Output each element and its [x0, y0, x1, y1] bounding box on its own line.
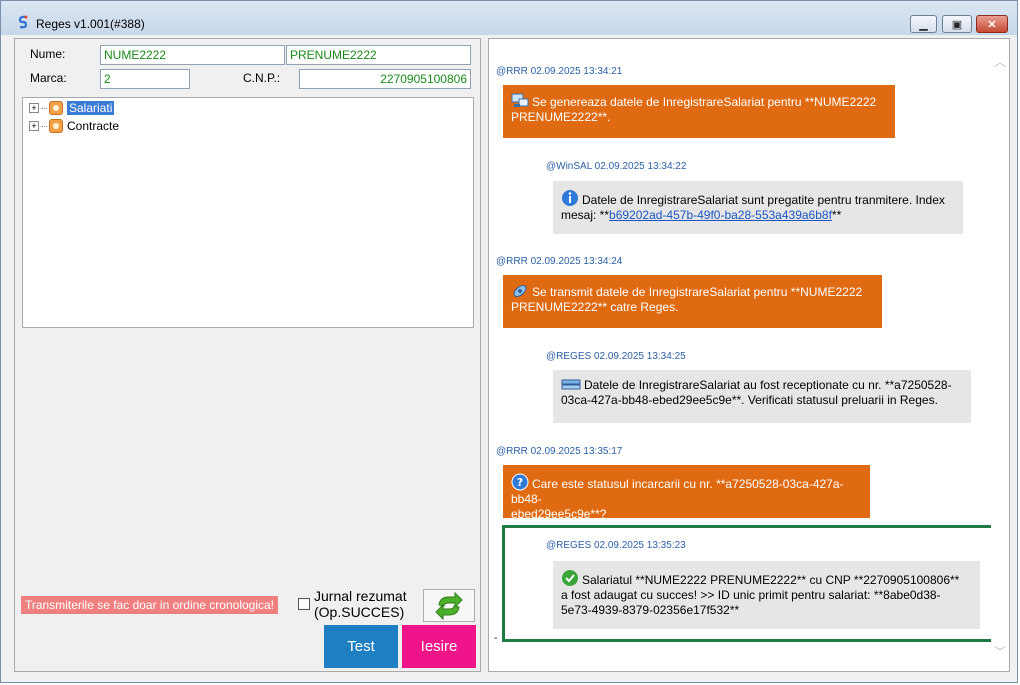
expand-icon[interactable]: + — [29, 103, 39, 113]
refresh-button[interactable] — [423, 589, 475, 622]
reges-app-icon — [18, 15, 28, 29]
message-text: PRENUME2222** catre Reges. — [511, 300, 679, 314]
message-header: @RRR 02.09.2025 13:34:21 — [496, 66, 623, 77]
message-text: PRENUME2222**. — [511, 110, 611, 124]
question-icon: ? — [511, 473, 529, 491]
marca-field[interactable]: 2 — [100, 69, 190, 89]
expand-icon[interactable]: + — [29, 121, 39, 131]
checkbox-label-line2: (Op.SUCCES) — [314, 604, 405, 620]
left-panel: Nume: NUME2222 PRENUME2222 Marca: 2 C.N.… — [14, 38, 481, 672]
jurnal-rezumat-checkbox[interactable] — [298, 598, 310, 610]
prenume-field[interactable]: PRENUME2222 — [286, 45, 471, 65]
maximize-button[interactable]: ▣ — [942, 15, 972, 33]
message-text: Care este statusul incarcarii cu nr. **a… — [511, 477, 844, 506]
tree-view[interactable]: + Salariati + Contracte — [22, 97, 474, 328]
chronology-warning: Transmiterile se fac doar in ordine cron… — [21, 596, 279, 614]
svg-text:?: ? — [517, 476, 523, 489]
test-button[interactable]: Test — [324, 625, 398, 668]
computer-icon — [511, 93, 529, 107]
message-text: ebed29ee5c9e**? — [511, 507, 607, 521]
send-icon — [513, 285, 527, 297]
message-bubble: Se genereaza datele de InregistrareSalar… — [503, 85, 895, 138]
marca-label: Marca: — [30, 71, 67, 85]
tree-item-salariati[interactable]: + Salariati — [29, 99, 115, 117]
title-bar[interactable]: Reges v1.001(#388) ▁ ▣ ✕ — [1, 1, 1017, 35]
message-bubble: Datele de InregistrareSalariat sunt preg… — [553, 181, 963, 234]
cnp-field[interactable]: 2270905100806 — [299, 69, 471, 89]
scroll-down-arrow-icon[interactable]: ﹀ — [994, 643, 1006, 660]
tree-item-label: Salariati — [67, 101, 115, 115]
message-text: Se transmit datele de InregistrareSalari… — [532, 285, 863, 299]
nume-label: Nume: — [30, 47, 66, 61]
message-log[interactable]: @RRR 02.09.2025 13:34:21 Se genereaza da… — [488, 38, 1010, 672]
server-icon — [561, 379, 581, 390]
message-bubble: Se transmit datele de InregistrareSalari… — [503, 275, 882, 328]
message-bubble: ? Care este statusul incarcarii cu nr. **… — [503, 465, 870, 521]
success-highlight-frame — [502, 525, 996, 642]
message-header: @RRR 02.09.2025 13:34:24 — [496, 256, 623, 267]
message-index-link[interactable]: b69202ad-457b-49f0-ba28-553a439a6b8f — [609, 208, 832, 222]
jurnal-rezumat-label[interactable]: Jurnal rezumat (Op.SUCCES) — [314, 588, 407, 620]
message-text: Datele de InregistrareSalariat au fost r… — [584, 378, 952, 392]
message-header: @RRR 02.09.2025 13:35:17 — [496, 446, 623, 457]
refresh-icon — [435, 591, 463, 620]
message-text: ** — [831, 208, 842, 222]
nume-field[interactable]: NUME2222 — [100, 45, 285, 65]
message-header: @WinSAL 02.09.2025 13:34:22 — [546, 161, 687, 172]
log-end-marker: - — [494, 633, 498, 644]
cnp-label: C.N.P.: — [243, 71, 281, 85]
checkbox-label-line1: Jurnal rezumat — [314, 588, 407, 604]
exit-button[interactable]: Iesire — [402, 625, 476, 668]
vertical-scrollbar[interactable]: ︿ ﹀ — [991, 39, 1009, 671]
close-button[interactable]: ✕ — [976, 15, 1008, 33]
tree-item-contracte[interactable]: + Contracte — [29, 117, 119, 135]
window-title: Reges v1.001(#388) — [36, 17, 145, 31]
tree-connector — [41, 125, 47, 127]
message-text: 03ca-427a-bb48-ebed29ee5c9e**. Verificat… — [561, 393, 938, 407]
message-text: Datele de InregistrareSalariat sunt preg… — [582, 193, 945, 207]
tree-connector — [41, 107, 47, 109]
message-header: @REGES 02.09.2025 13:34:25 — [546, 351, 686, 362]
message-text: Se genereaza datele de InregistrareSalar… — [532, 95, 877, 109]
folder-icon — [49, 119, 63, 133]
main-window: Reges v1.001(#388) ▁ ▣ ✕ Nume: NUME2222 … — [0, 0, 1018, 683]
message-text: mesaj: ** — [561, 208, 610, 222]
scroll-up-arrow-icon[interactable]: ︿ — [994, 53, 1006, 70]
folder-icon — [49, 101, 63, 115]
tree-item-label: Contracte — [67, 119, 120, 133]
minimize-button[interactable]: ▁ — [910, 15, 937, 33]
message-bubble: Datele de InregistrareSalariat au fost r… — [553, 370, 971, 423]
info-icon — [562, 190, 578, 206]
